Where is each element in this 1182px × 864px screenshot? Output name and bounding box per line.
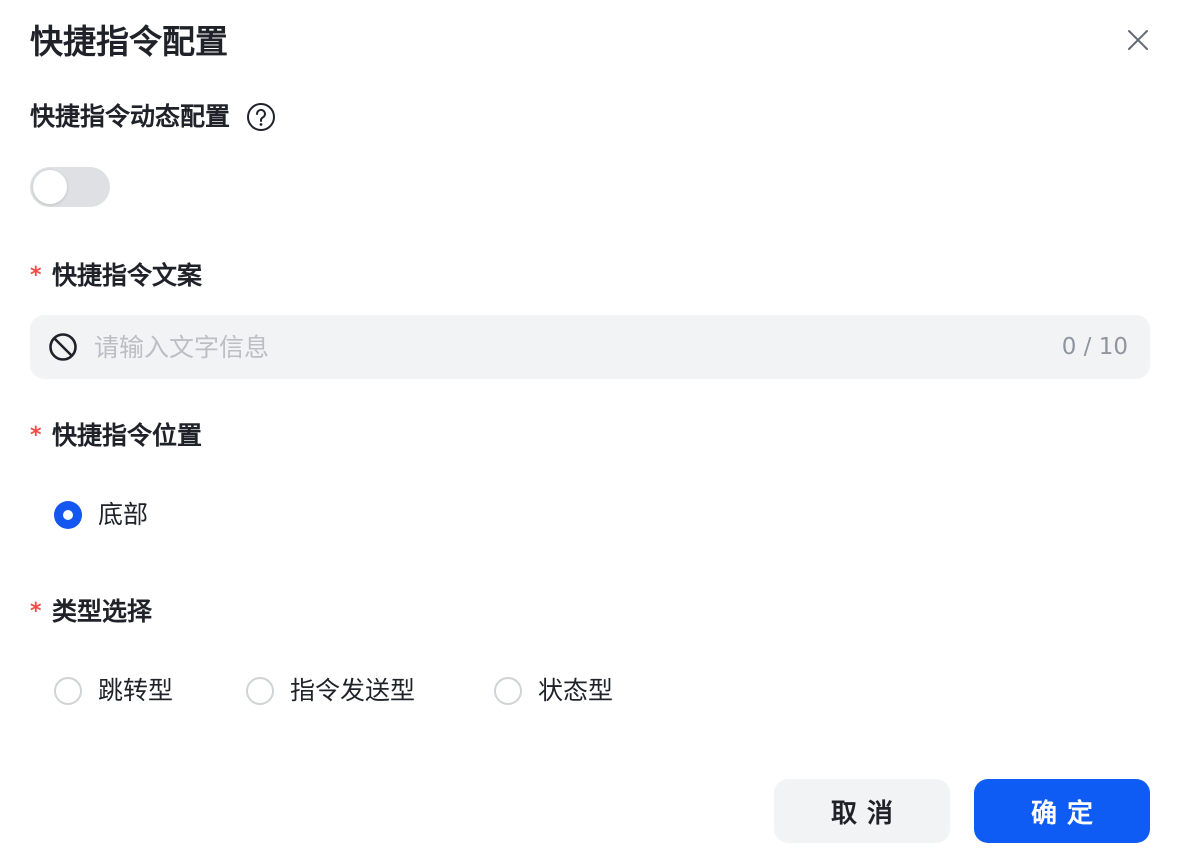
radio-label: 跳转型 xyxy=(98,676,174,705)
close-icon xyxy=(1128,30,1148,50)
text-field-label-row: * 快捷指令文案 xyxy=(30,259,202,293)
shortcut-config-dialog: 快捷指令配置 快捷指令动态配置 * 快捷指令文案 0 / 10 xyxy=(0,0,1182,864)
required-star: * xyxy=(30,423,42,448)
close-button[interactable] xyxy=(1120,22,1156,58)
question-circle-icon[interactable] xyxy=(246,102,276,132)
position-label: 快捷指令位置 xyxy=(52,421,203,450)
radio-unchecked[interactable] xyxy=(246,677,274,705)
dynamic-config-label: 快捷指令动态配置 xyxy=(30,102,231,131)
radio-checked[interactable] xyxy=(54,501,82,529)
type-label: 类型选择 xyxy=(52,597,153,626)
toggle-knob xyxy=(33,170,67,204)
type-option-jump[interactable]: 跳转型 xyxy=(54,674,173,708)
required-star: * xyxy=(30,263,42,288)
disabled-icon xyxy=(49,333,77,361)
dynamic-config-label-row: 快捷指令动态配置 xyxy=(30,100,276,134)
radio-label: 指令发送型 xyxy=(290,676,416,705)
type-option-status[interactable]: 状态型 xyxy=(494,674,613,708)
text-field-label: 快捷指令文案 xyxy=(52,261,203,290)
shortcut-text-input-wrapper: 0 / 10 xyxy=(30,315,1150,379)
type-label-row: * 类型选择 xyxy=(30,595,152,629)
dialog-title: 快捷指令配置 xyxy=(30,22,228,61)
shortcut-text-input[interactable] xyxy=(94,332,1062,362)
radio-label: 状态型 xyxy=(538,676,614,705)
confirm-button[interactable]: 确定 xyxy=(974,779,1150,843)
required-star: * xyxy=(30,599,42,624)
type-option-command[interactable]: 指令发送型 xyxy=(246,674,415,708)
char-count: 0 / 10 xyxy=(1061,334,1128,360)
position-label-row: * 快捷指令位置 xyxy=(30,419,202,453)
radio-label: 底部 xyxy=(98,500,149,529)
radio-unchecked[interactable] xyxy=(54,677,82,705)
cancel-button[interactable]: 取消 xyxy=(774,779,950,843)
radio-unchecked[interactable] xyxy=(494,677,522,705)
position-option-bottom[interactable]: 底部 xyxy=(54,498,148,532)
dynamic-config-toggle[interactable] xyxy=(30,167,110,207)
